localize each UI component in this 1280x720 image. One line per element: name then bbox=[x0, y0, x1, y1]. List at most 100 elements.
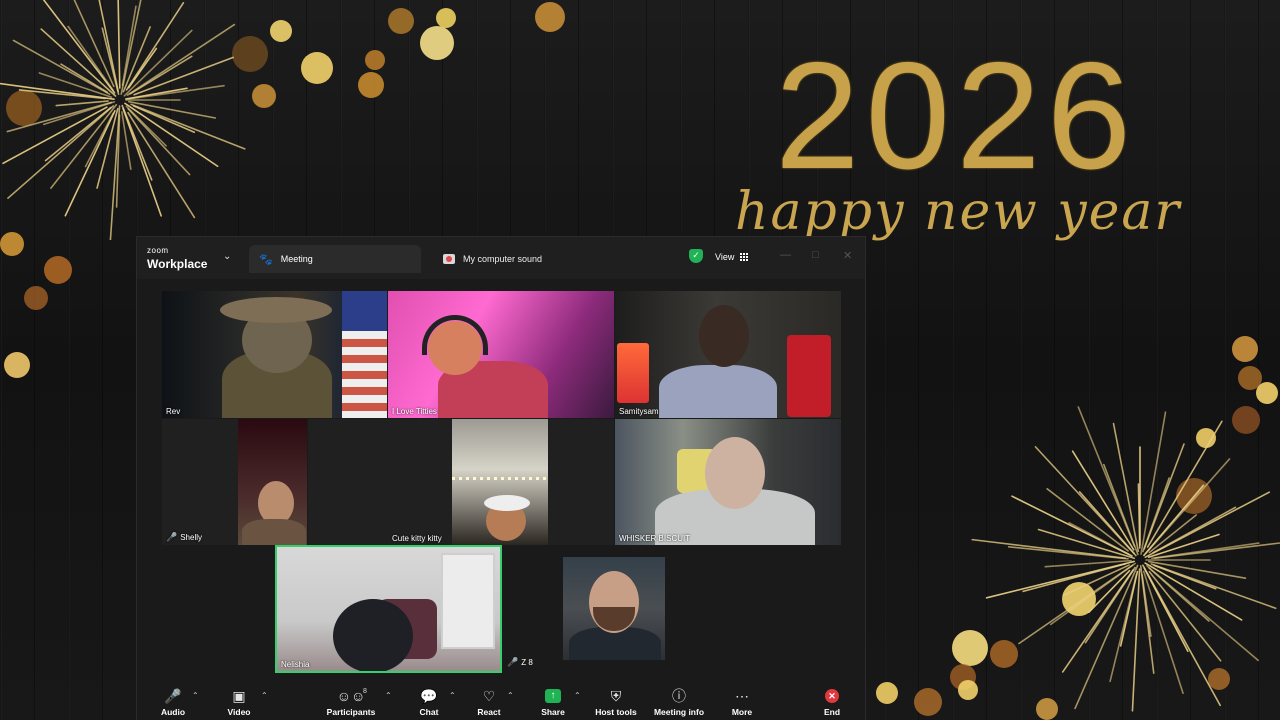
tab-computer-sound[interactable]: My computer sound bbox=[437, 245, 542, 273]
firework-spark bbox=[128, 84, 225, 100]
close-icon[interactable]: ✕ bbox=[843, 249, 852, 262]
encryption-shield-icon[interactable]: ✓ bbox=[689, 249, 703, 263]
end-call-icon: ✕ bbox=[825, 689, 839, 703]
firework-top-left bbox=[0, 0, 246, 240]
end-button[interactable]: ✕ End bbox=[802, 687, 862, 717]
bokeh-light bbox=[24, 286, 48, 310]
host-tools-button[interactable]: ⛨ Host tools bbox=[586, 687, 646, 717]
microphone-icon: 🎤 bbox=[164, 688, 182, 704]
string-lights bbox=[452, 477, 548, 480]
participant-name: I Love Titties bbox=[392, 407, 437, 416]
firework-spark bbox=[121, 5, 137, 87]
video-label: Video bbox=[227, 707, 251, 717]
grid-icon bbox=[740, 253, 749, 261]
bokeh-light bbox=[44, 256, 72, 284]
info-icon: ⓘ bbox=[672, 688, 686, 704]
participant-figure bbox=[242, 519, 306, 545]
participants-label: Participants bbox=[326, 707, 376, 717]
video-tile-whisker-biscuit[interactable]: WHISKER BISCUIT bbox=[615, 419, 841, 545]
zoom-meeting-window: zoom Workplace ⌄ 🐾 Meeting My computer s… bbox=[136, 236, 866, 720]
firework-spark bbox=[0, 82, 115, 100]
participant-count: 8 bbox=[363, 688, 367, 695]
participant-figure bbox=[659, 365, 777, 418]
greeting-text: happy new year bbox=[735, 182, 1182, 242]
bokeh-light bbox=[535, 2, 565, 32]
title-bar: zoom Workplace ⌄ 🐾 Meeting My computer s… bbox=[137, 237, 865, 279]
share-options-caret[interactable]: ⌃ bbox=[574, 691, 581, 700]
bokeh-light bbox=[365, 50, 385, 70]
video-tile-cute-kitty-kitty[interactable]: Cute kitty kitty bbox=[308, 419, 614, 545]
bokeh-light bbox=[420, 26, 454, 60]
participant-name: 🎤 Shelly bbox=[166, 532, 203, 542]
participants-options-caret[interactable]: ⌃ bbox=[385, 691, 392, 700]
participant-figure bbox=[333, 599, 413, 671]
video-options-caret[interactable]: ⌃ bbox=[261, 691, 268, 700]
share-label: Share bbox=[541, 707, 565, 717]
bokeh-light bbox=[388, 8, 414, 34]
heart-icon: ♡ bbox=[482, 688, 496, 704]
video-tile-shelly[interactable]: 🎤 Shelly bbox=[162, 419, 307, 545]
headphones-shape bbox=[422, 315, 488, 355]
firework-spark bbox=[1140, 411, 1167, 555]
firework-spark bbox=[1109, 573, 1138, 683]
maximize-icon[interactable]: □ bbox=[812, 249, 819, 261]
participant-figure bbox=[699, 305, 749, 367]
participant-name: Z 8 bbox=[521, 658, 533, 667]
brand-large: Workplace bbox=[147, 257, 208, 271]
more-button[interactable]: ⋯ More bbox=[712, 687, 772, 717]
firework-spark bbox=[124, 102, 219, 168]
mug-shape bbox=[787, 335, 831, 417]
bokeh-light bbox=[436, 8, 456, 28]
video-tile-i-love-titties[interactable]: I Love Titties bbox=[388, 291, 614, 418]
firework-spark bbox=[129, 55, 193, 95]
participant-name: WHISKER BISCUIT bbox=[619, 534, 691, 543]
bokeh-light bbox=[358, 72, 384, 98]
participant-name: Nelishia bbox=[281, 660, 310, 669]
participant-label-z8[interactable]: 🎤 Z 8 bbox=[507, 657, 533, 668]
firework-spark bbox=[126, 23, 236, 96]
firework-spark bbox=[1112, 422, 1140, 552]
firework-spark bbox=[1153, 564, 1217, 590]
shield-icon: ⛨ bbox=[610, 688, 622, 704]
share-arrow-icon: ↑ bbox=[545, 689, 561, 703]
video-feed bbox=[452, 419, 548, 545]
react-options-caret[interactable]: ⌃ bbox=[507, 691, 514, 700]
more-dots-icon: ⋯ bbox=[735, 688, 749, 704]
zoom-workplace-logo[interactable]: zoom Workplace bbox=[147, 247, 207, 273]
people-icon: ☺☺ bbox=[336, 688, 366, 704]
video-tile-nelishia[interactable]: Nelishia bbox=[275, 545, 502, 673]
audio-label: Audio bbox=[160, 707, 186, 717]
chat-bubble-icon: 💬 bbox=[420, 688, 438, 704]
minimize-icon[interactable]: — bbox=[780, 249, 791, 261]
video-feed bbox=[238, 419, 307, 545]
meeting-info-button[interactable]: ⓘ Meeting info bbox=[649, 687, 709, 717]
muted-microphone-icon: 🎤 bbox=[166, 532, 178, 542]
video-button[interactable]: ▣ Video bbox=[209, 687, 269, 717]
firework-spark bbox=[1074, 564, 1139, 710]
firework-spark bbox=[98, 0, 119, 92]
video-tile-samitysam[interactable]: Samitysam bbox=[615, 291, 841, 418]
year-heading: 2026 bbox=[775, 31, 1138, 201]
video-tile-rev[interactable]: Rev bbox=[162, 291, 387, 418]
chat-label: Chat bbox=[419, 707, 439, 717]
view-button[interactable]: View bbox=[707, 247, 756, 267]
door-shape bbox=[441, 553, 495, 649]
bokeh-light bbox=[876, 682, 898, 704]
firework-spark bbox=[130, 103, 246, 150]
video-tile-bearded-man[interactable] bbox=[563, 557, 665, 660]
firework-spark bbox=[117, 0, 121, 89]
chevron-down-icon[interactable]: ⌄ bbox=[223, 251, 231, 262]
participant-figure bbox=[705, 437, 765, 509]
participants-button[interactable]: ☺☺ 8 Participants bbox=[321, 687, 381, 717]
flag-canton bbox=[342, 291, 387, 331]
muted-microphone-icon: 🎤 bbox=[507, 657, 519, 667]
firework-spark bbox=[121, 111, 132, 170]
view-label: View bbox=[715, 252, 735, 262]
chat-options-caret[interactable]: ⌃ bbox=[449, 691, 456, 700]
firework-spark bbox=[6, 101, 113, 133]
tab-meeting[interactable]: 🐾 Meeting bbox=[249, 245, 421, 273]
tab-meeting-label: Meeting bbox=[280, 254, 313, 264]
audio-options-caret[interactable]: ⌃ bbox=[192, 691, 199, 700]
firework-spark bbox=[1146, 420, 1223, 548]
lamp-shape bbox=[617, 343, 649, 403]
